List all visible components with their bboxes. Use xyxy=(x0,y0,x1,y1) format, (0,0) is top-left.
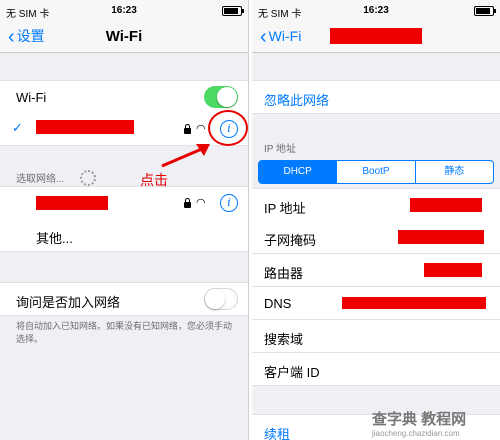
screenshot-stage: 无 SIM 卡 16:23 ‹ 设置 Wi-Fi Wi-Fi ✓ ◠ i 选取网络… xyxy=(0,0,500,440)
chevron-left-icon: ‹ xyxy=(260,26,267,48)
segment-bootp[interactable]: BootP xyxy=(337,161,416,183)
watermark: 查字典 教程网 jiaocheng.chazidian.com xyxy=(372,408,496,438)
arrow-shaft xyxy=(161,146,205,168)
row-label: 搜索域 xyxy=(264,332,304,347)
redacted-network-title xyxy=(330,28,422,44)
renew-lease-link: 续租 xyxy=(264,427,291,440)
row-label: 子网掩码 xyxy=(264,233,317,248)
row-label: DNS xyxy=(264,296,292,311)
ask-join-row: 询问是否加入网络 xyxy=(0,282,248,316)
back-button[interactable]: ‹ Wi-Fi xyxy=(260,26,301,49)
forget-network-link: 忽略此网络 xyxy=(264,93,330,108)
wifi-list-screen: 无 SIM 卡 16:23 ‹ 设置 Wi-Fi Wi-Fi ✓ ◠ i 选取网络… xyxy=(0,0,249,440)
back-label: Wi-Fi xyxy=(268,28,302,44)
footer-note: 将自动加入已知网络。如果没有已知网络，您必须手动选择。 xyxy=(16,321,233,344)
ip-address-header: IP 地址 xyxy=(264,144,297,155)
ask-join-toggle[interactable] xyxy=(204,288,238,310)
click-annotation: 点击 xyxy=(140,172,168,188)
battery-icon xyxy=(474,6,496,16)
ip-address-row: IP 地址 xyxy=(252,188,500,222)
loading-spinner-icon xyxy=(80,170,96,186)
row-label: 客户端 ID xyxy=(264,365,320,380)
toggle-knob xyxy=(217,87,237,107)
status-bar: 无 SIM 卡 16:23 xyxy=(252,0,500,20)
other-network-label: 其他... xyxy=(36,231,73,246)
highlight-circle xyxy=(208,110,248,146)
watermark-sub: jiaocheng.chazidian.com xyxy=(372,429,460,438)
choose-network-header: 选取网络... xyxy=(16,174,65,185)
row-label: 路由器 xyxy=(264,266,304,281)
info-icon[interactable]: i xyxy=(220,194,238,212)
redacted-value xyxy=(410,198,482,212)
wifi-signal-icon: ◠ xyxy=(196,123,206,135)
ip-mode-segmented-control: DHCP BootP 静态 xyxy=(258,160,494,184)
network-row[interactable]: ◠ i xyxy=(0,186,248,220)
redacted-network-name xyxy=(36,120,134,134)
dns-row: DNS xyxy=(252,287,500,320)
status-bar: 无 SIM 卡 16:23 xyxy=(0,0,248,20)
ask-join-label: 询问是否加入网络 xyxy=(16,295,121,310)
status-time: 16:23 xyxy=(363,5,389,16)
wifi-toggle-label: Wi-Fi xyxy=(16,90,47,105)
other-network-row[interactable]: 其他... xyxy=(0,219,248,252)
redacted-network-name xyxy=(36,196,108,210)
segment-static[interactable]: 静态 xyxy=(416,161,493,183)
wifi-signal-icon: ◠ xyxy=(196,197,206,209)
wifi-toggle-row: Wi-Fi xyxy=(0,80,248,114)
network-detail-screen: 无 SIM 卡 16:23 ‹ Wi-Fi 忽略此网络 IP 地址 DHCP Bo… xyxy=(252,0,500,440)
redacted-value xyxy=(342,297,486,309)
checkmark-icon: ✓ xyxy=(12,120,23,135)
redacted-value xyxy=(424,263,482,277)
battery-icon xyxy=(222,6,244,16)
segment-dhcp[interactable]: DHCP xyxy=(259,161,338,183)
router-row: 路由器 xyxy=(252,254,500,287)
subnet-mask-row: 子网掩码 xyxy=(252,221,500,254)
redacted-value xyxy=(398,230,484,244)
forget-network-row[interactable]: 忽略此网络 xyxy=(252,80,500,114)
annotation-arrow xyxy=(161,144,210,168)
page-title: Wi-Fi xyxy=(105,28,143,45)
search-domain-row: 搜索域 xyxy=(252,320,500,353)
nav-bar: ‹ Wi-Fi xyxy=(252,20,500,53)
toggle-knob xyxy=(205,289,225,309)
battery-fill xyxy=(224,8,238,14)
lock-icon xyxy=(184,124,191,134)
nav-bar: ‹ 设置 Wi-Fi xyxy=(0,20,248,53)
wifi-toggle[interactable] xyxy=(204,86,238,108)
client-id-row: 客户端 ID xyxy=(252,353,500,386)
status-time: 16:23 xyxy=(111,5,137,16)
battery-fill xyxy=(476,8,490,14)
row-label: IP 地址 xyxy=(264,201,306,216)
watermark-main: 查字典 教程网 xyxy=(372,411,467,428)
lock-icon xyxy=(184,198,191,208)
